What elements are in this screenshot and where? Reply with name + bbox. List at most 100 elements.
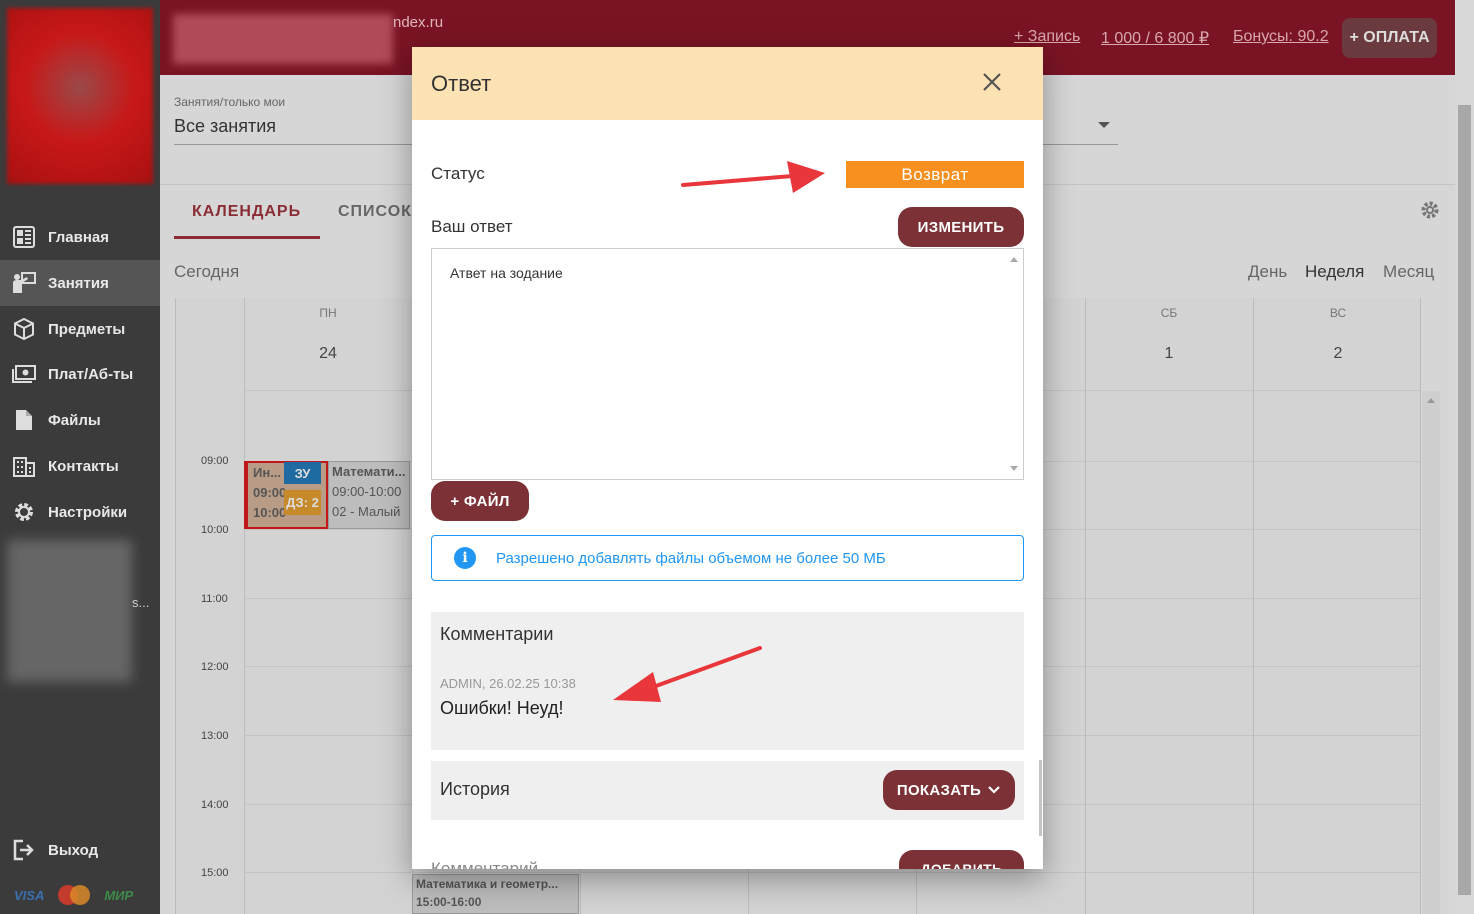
sidebar-item-label: Контакты xyxy=(48,457,119,475)
dialog-title: Ответ xyxy=(431,70,492,96)
annotation-arrow-icon xyxy=(681,161,825,193)
time-label: 12:00 xyxy=(201,661,229,673)
calendar-scrollbar[interactable] xyxy=(1422,391,1440,914)
edit-button[interactable]: ИЗМЕНИТЬ xyxy=(898,207,1024,247)
time-label: 10:00 xyxy=(201,524,229,536)
logout-label: Выход xyxy=(48,841,99,859)
mir-logo: МИР xyxy=(104,887,134,903)
payment-logos: VISA МИР xyxy=(14,884,133,906)
file-size-info: i Разрешено добавлять файлы объемом не б… xyxy=(431,535,1024,581)
grid-line xyxy=(244,872,1420,873)
dialog-scrollbar[interactable] xyxy=(1039,760,1042,836)
sidebar-item-settings[interactable]: Настройки xyxy=(0,489,160,535)
sidebar-item-contacts[interactable]: Контакты xyxy=(0,443,160,489)
user-avatar-blurred xyxy=(7,540,132,682)
show-history-button[interactable]: ПОКАЗАТЬ xyxy=(883,770,1015,810)
event-time: 15:00-16:00 xyxy=(416,895,482,909)
comment-text: Ошибки! Неуд! xyxy=(440,698,564,718)
money-icon xyxy=(12,362,36,386)
user-subtext: s... xyxy=(132,595,150,610)
logo xyxy=(7,8,153,184)
calendar-settings-icon[interactable] xyxy=(1420,200,1440,220)
scroll-up-icon[interactable] xyxy=(1427,398,1435,403)
sidebar-item-label: Настройки xyxy=(48,503,128,521)
sidebar-item-label: Предметы xyxy=(48,320,126,338)
active-tab-indicator xyxy=(174,236,320,239)
time-label: 11:00 xyxy=(201,593,228,605)
chevron-down-icon[interactable] xyxy=(1098,122,1110,128)
sidebar: Главная Занятия Предметы Плат/Аб-ты Файл… xyxy=(0,0,160,914)
time-label: 15:00 xyxy=(201,867,229,879)
page-scrollbar-thumb[interactable] xyxy=(1458,105,1471,895)
history-label: История xyxy=(440,779,510,799)
calendar-event[interactable]: Математика и геометр... 15:00-16:00 xyxy=(412,874,579,914)
time-label: 09:00 xyxy=(201,455,229,467)
status-label: Статус xyxy=(431,164,485,183)
event-title: Математика и геометр... xyxy=(416,877,559,891)
balance-link[interactable]: 1 000 / 6 800 ₽ xyxy=(1101,28,1209,48)
comment-field-label[interactable]: Комментарий xyxy=(431,859,538,869)
sidebar-item-lessons[interactable]: Занятия xyxy=(0,260,160,306)
sidebar-item-subjects[interactable]: Предметы xyxy=(0,306,160,352)
time-label: 13:00 xyxy=(201,730,229,742)
event-room: 02 - Малый xyxy=(332,504,401,519)
day-num-mon[interactable]: 24 xyxy=(298,345,358,363)
event-title: Математи... xyxy=(332,464,406,479)
lessons-filter-select[interactable]: Все занятия xyxy=(174,116,276,137)
comment-meta: ADMIN, 26.02.25 10:38 xyxy=(440,676,576,691)
close-icon[interactable] xyxy=(981,71,1003,93)
day-num-sun[interactable]: 2 xyxy=(1308,345,1368,363)
day-name-mon: ПН xyxy=(319,306,337,320)
day-name-sun: ВС xyxy=(1329,306,1347,320)
add-comment-button[interactable]: ДОБАВИТЬ xyxy=(899,850,1024,869)
info-text: Разрешено добавлять файлы объемом не бол… xyxy=(496,549,886,567)
chevron-down-icon xyxy=(988,786,1000,794)
day-num-sat[interactable]: 1 xyxy=(1139,345,1199,363)
status-badge: Возврат xyxy=(846,161,1024,188)
record-link[interactable]: + Запись xyxy=(1014,28,1080,46)
event-badge-zu: ЗУ xyxy=(284,462,321,484)
sidebar-item-label: Занятия xyxy=(48,274,109,292)
info-icon: i xyxy=(454,547,476,569)
logout-icon xyxy=(12,838,36,862)
grid-line xyxy=(1420,298,1421,914)
sidebar-item-main[interactable]: Главная xyxy=(0,214,160,260)
bonuses-link[interactable]: Бонусы: 90.2 xyxy=(1233,28,1329,46)
gear-icon xyxy=(12,500,36,524)
account-name-blurred xyxy=(173,14,393,64)
calendar-event[interactable]: Математи... 09:00-10:00 02 - Малый xyxy=(328,461,410,529)
answer-textarea[interactable]: Атвет на зодание xyxy=(431,248,1024,480)
event-time: 09:00-10:00 xyxy=(332,484,402,499)
history-section: История ПОКАЗАТЬ xyxy=(431,761,1024,820)
visa-logo: VISA xyxy=(14,887,45,903)
pay-button[interactable]: + ОПЛАТА xyxy=(1342,18,1437,58)
logout-button[interactable]: Выход xyxy=(0,827,160,873)
tab-list[interactable]: СПИСОК xyxy=(338,203,412,221)
sidebar-item-files[interactable]: Файлы xyxy=(0,397,160,443)
sidebar-item-label: Плат/Аб-ты xyxy=(48,365,134,383)
teacher-icon xyxy=(12,271,36,295)
event-badge-homework: ДЗ: 2 xyxy=(284,490,321,515)
answer-text: Атвет на зодание xyxy=(450,265,563,281)
tab-calendar[interactable]: КАЛЕНДАРЬ xyxy=(192,203,301,221)
day-name-sat: СБ xyxy=(1160,306,1178,320)
show-button-label: ПОКАЗАТЬ xyxy=(896,781,982,799)
cube-icon xyxy=(12,317,36,341)
dashboard-icon xyxy=(12,225,36,249)
view-week-button[interactable]: Неделя xyxy=(1305,262,1364,282)
mastercard-logo xyxy=(58,885,91,905)
view-month-button[interactable]: Месяц xyxy=(1383,262,1434,282)
time-label: 14:00 xyxy=(201,799,229,811)
today-button[interactable]: Сегодня xyxy=(174,262,239,282)
annotation-arrow-icon xyxy=(613,646,762,702)
sidebar-item-label: Главная xyxy=(48,228,110,246)
add-file-button[interactable]: + ФАЙЛ xyxy=(431,481,529,521)
dialog-header: Ответ xyxy=(412,47,1043,120)
view-day-button[interactable]: День xyxy=(1248,262,1287,282)
answer-label: Ваш ответ xyxy=(431,217,513,236)
scroll-up-icon[interactable] xyxy=(1010,257,1018,262)
file-icon xyxy=(12,408,36,432)
lessons-filter-label: Занятия/только мои xyxy=(174,95,286,109)
scroll-down-icon[interactable] xyxy=(1010,466,1018,471)
sidebar-item-payments[interactable]: Плат/Аб-ты xyxy=(0,351,160,397)
